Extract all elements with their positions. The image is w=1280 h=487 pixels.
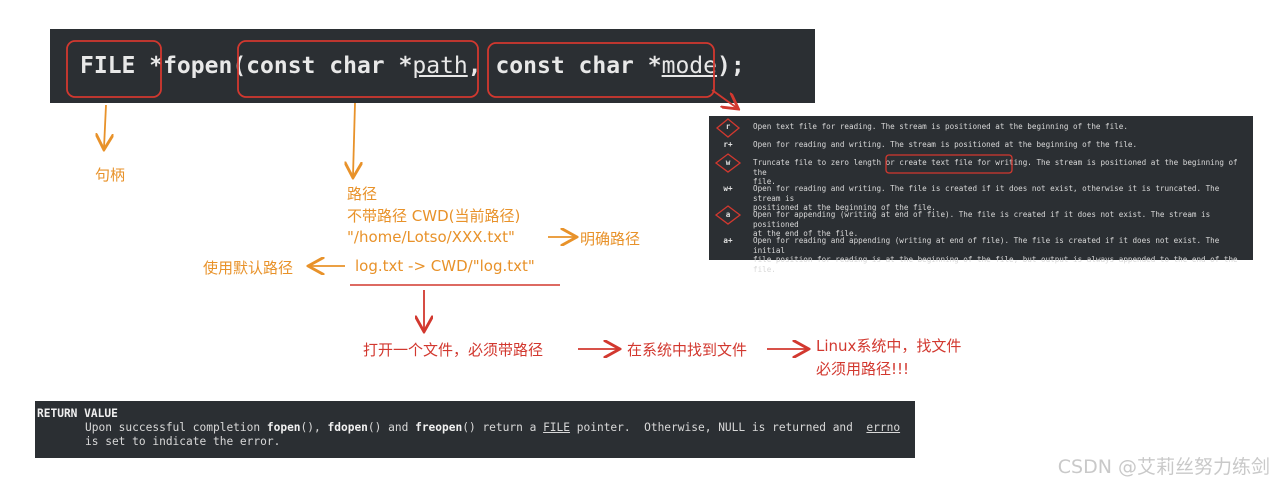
mode-highlight-box bbox=[487, 42, 715, 98]
path-highlight-box bbox=[237, 40, 479, 98]
handle-arrow bbox=[104, 104, 106, 148]
path-arrow bbox=[353, 102, 355, 176]
mode-a-diamond bbox=[714, 205, 742, 225]
mode-r-diamond bbox=[715, 118, 741, 138]
annotation-overlay bbox=[66, 40, 1013, 487]
mode-arrow bbox=[711, 89, 737, 108]
create-text-highlight-box bbox=[885, 154, 1013, 174]
file-highlight-box bbox=[66, 40, 162, 98]
mode-w-diamond bbox=[714, 153, 742, 173]
